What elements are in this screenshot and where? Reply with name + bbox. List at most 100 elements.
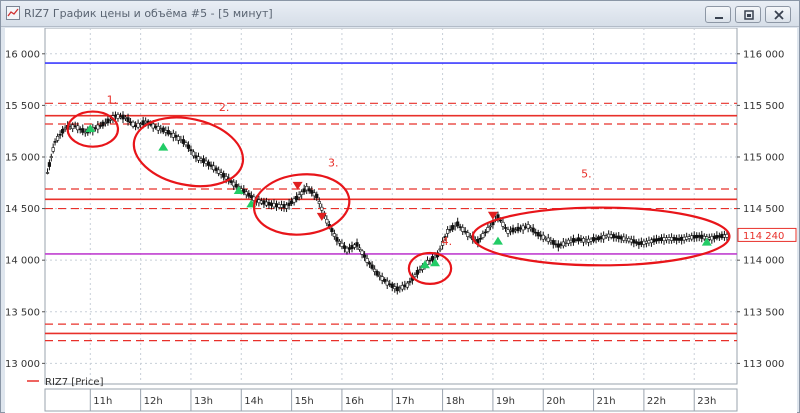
candle-body (599, 236, 603, 240)
candle-body (398, 287, 402, 289)
candle-body (546, 237, 550, 242)
maximize-button[interactable] (735, 6, 761, 23)
title-bar[interactable]: RIZ7 График цены и объёма #5 - [5 минут] (1, 1, 799, 27)
candle-body (209, 164, 213, 167)
candle-body (106, 118, 110, 124)
candle-body (672, 237, 676, 241)
candle-body (300, 191, 304, 196)
candle-body (277, 204, 281, 208)
candle-body (156, 126, 160, 131)
candle-body (247, 192, 251, 197)
candle-body (481, 233, 485, 238)
candle-body (332, 233, 336, 237)
candle-body (612, 234, 616, 239)
annotation-label: 3. (328, 157, 339, 170)
candle-body (712, 235, 716, 239)
candle-body (591, 237, 596, 242)
candle-body (161, 127, 165, 133)
candle-body (151, 123, 155, 129)
candle-body (96, 124, 100, 130)
candle-body (113, 114, 118, 117)
candle-body (619, 236, 623, 240)
candle-body (687, 236, 691, 239)
y-tick-label: 115 500 (743, 101, 784, 112)
candle-body (159, 128, 163, 131)
candle-body (531, 227, 535, 233)
y-tick-label: 113 500 (5, 307, 40, 318)
candle-body (604, 235, 608, 238)
candle-body (722, 234, 727, 238)
candle-body (279, 204, 284, 208)
candle-body (569, 239, 573, 243)
current-price-value: 114 240 (743, 231, 784, 242)
x-tick-label: 15h (295, 396, 314, 407)
candle-body (526, 224, 530, 229)
y-tick-label: 116 000 (5, 49, 40, 60)
candle-body (49, 156, 53, 158)
candle-body (506, 229, 510, 234)
candle-body (312, 192, 316, 197)
candle-body (511, 227, 515, 233)
candle-body (385, 280, 389, 286)
candle-body (357, 247, 362, 250)
candle-body (579, 238, 583, 241)
candle-body (101, 121, 105, 127)
candle-body (639, 241, 643, 245)
candle-body (164, 130, 168, 133)
candle-body (118, 116, 123, 118)
candle-body (680, 236, 684, 241)
chart-area[interactable]: 1.2.3.4.5. 116 000115 500115 000114 5001… (5, 28, 797, 413)
candle-body (461, 227, 465, 232)
candle-body (675, 237, 679, 241)
candle-body (305, 186, 309, 191)
candle-body (201, 158, 206, 163)
y-axis-right: 116 000 115 500 115 000 114 500 114 000 113 5… (737, 49, 784, 370)
candle-body (478, 238, 482, 240)
candle-body (136, 122, 140, 128)
y-tick-label: 116 000 (743, 49, 784, 60)
price-chart[interactable]: 1.2.3.4.5. 116 000115 500115 000114 5001… (5, 28, 797, 413)
x-tick-label: 11h (93, 396, 112, 407)
candle-body (692, 235, 696, 239)
candle-body (574, 239, 578, 241)
candle-body (534, 231, 538, 234)
candle-body (544, 237, 548, 240)
candle-body (682, 236, 686, 241)
candle-body (677, 238, 681, 241)
candle-body (596, 236, 601, 241)
candle-body (624, 237, 628, 241)
minimize-button[interactable] (705, 6, 731, 23)
candle-body (297, 194, 301, 198)
candle-body (51, 147, 55, 152)
close-button[interactable] (765, 6, 791, 23)
candle-body (189, 149, 193, 152)
candle-body (576, 237, 581, 242)
candle-body (556, 243, 560, 248)
candle-body (58, 134, 62, 136)
candle-body (644, 240, 649, 244)
x-tick-label: 23h (697, 396, 716, 407)
y-tick-label: 114 500 (5, 204, 40, 215)
candle-body (232, 181, 236, 187)
candle-body (149, 123, 153, 126)
annotation-label: 4. (442, 235, 453, 248)
candle-body (181, 139, 186, 144)
candle-body (589, 238, 593, 242)
candle-body (103, 122, 107, 124)
candle-body (362, 254, 367, 258)
candle-body (586, 238, 591, 243)
candle-body (211, 165, 216, 171)
candle-body (133, 124, 138, 127)
candle-body (335, 237, 339, 242)
candle-body (378, 275, 382, 277)
candle-body (521, 225, 525, 231)
candle-body (508, 230, 513, 232)
candle-body (179, 139, 183, 141)
candle-body (121, 114, 125, 120)
candle-body (269, 202, 274, 206)
candle-body (488, 225, 492, 228)
close-icon (774, 10, 784, 20)
candle-body (448, 229, 452, 231)
candle-body (355, 242, 359, 247)
candle-body (191, 151, 196, 157)
